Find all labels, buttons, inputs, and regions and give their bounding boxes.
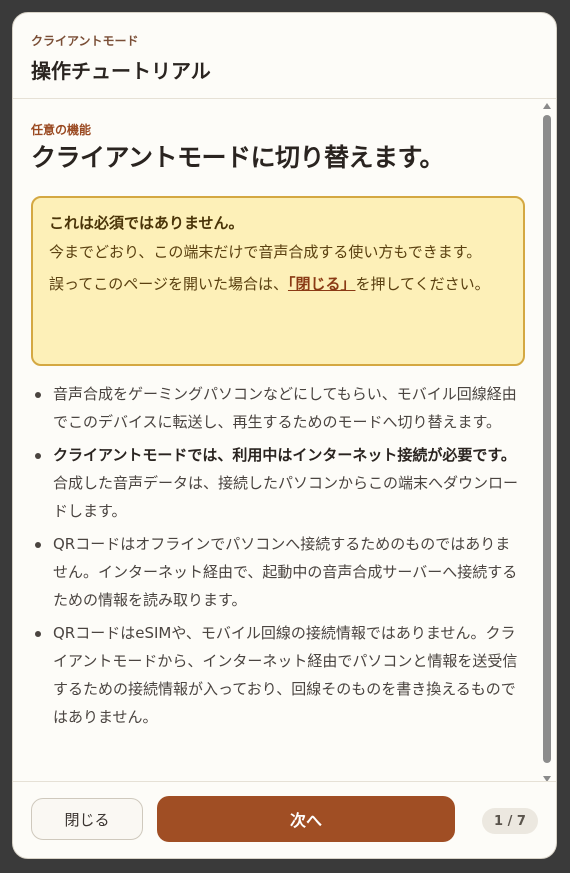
list-item: QRコードはeSIMや、モバイル回線の接続情報ではありません。クライアントモード…: [35, 619, 521, 731]
list-item-text: QRコードはオフラインでパソコンへ接続するためのものではありません。インターネッ…: [53, 535, 518, 609]
list-item-text: QRコードはeSIMや、モバイル回線の接続情報ではありません。クライアントモード…: [53, 624, 518, 726]
notice-text: 今までどおり、この端末だけで音声合成する使い方もできます。: [49, 243, 482, 261]
list-item-text: 音声合成をゲーミングパソコンなどにしてもらい、モバイル回線経由でこのデバイスに転…: [53, 385, 517, 431]
list-item-text: 合成した音声データは、接続したパソコンからこの端末へダウンロードします。: [53, 474, 519, 520]
content-scroll-area[interactable]: 任意の機能 クライアントモードに切り替えます。 これは必須ではありません。 今ま…: [13, 99, 545, 784]
close-link[interactable]: 「閉じる」: [288, 275, 356, 293]
notice-box: これは必須ではありません。 今までどおり、この端末だけで音声合成する使い方もでき…: [31, 196, 525, 366]
notice-hint-before: 誤ってこのページを開いた場合は、: [49, 275, 288, 293]
close-button[interactable]: 閉じる: [31, 798, 143, 840]
list-item: クライアントモードでは、利用中はインターネット接続が必要です。 合成した音声デー…: [35, 441, 521, 525]
scrollbar[interactable]: [543, 101, 551, 784]
dialog-footer: 閉じる 次へ 1 / 7: [13, 781, 556, 858]
notice-close-hint: 誤ってこのページを開いた場合は、「閉じる」を押してください。: [49, 271, 507, 297]
list-item-bold: クライアントモードでは、利用中はインターネット接続が必要です。: [53, 446, 516, 464]
list-item: 音声合成をゲーミングパソコンなどにしてもらい、モバイル回線経由でこのデバイスに転…: [35, 380, 521, 436]
tutorial-dialog: クライアントモード 操作チュートリアル 任意の機能 クライアントモードに切り替え…: [12, 12, 557, 859]
notice-hint-after: を押してください。: [355, 275, 490, 293]
scrollbar-thumb[interactable]: [543, 115, 551, 763]
page-heading: クライアントモードに切り替えます。: [31, 143, 445, 172]
next-button[interactable]: 次へ: [157, 796, 455, 842]
list-item: QRコードはオフラインでパソコンへ接続するためのものではありません。インターネッ…: [35, 530, 521, 614]
dialog-header: クライアントモード 操作チュートリアル: [13, 13, 556, 99]
notice-title: これは必須ではありません。: [49, 214, 244, 232]
dialog-title: 操作チュートリアル: [31, 59, 211, 83]
page-indicator-badge: 1 / 7: [482, 808, 538, 834]
mode-label: クライアントモード: [31, 34, 139, 48]
scroll-up-arrow-icon[interactable]: [543, 103, 551, 109]
info-list: 音声合成をゲーミングパソコンなどにしてもらい、モバイル回線経由でこのデバイスに転…: [31, 380, 521, 736]
section-label: 任意の機能: [31, 123, 92, 137]
